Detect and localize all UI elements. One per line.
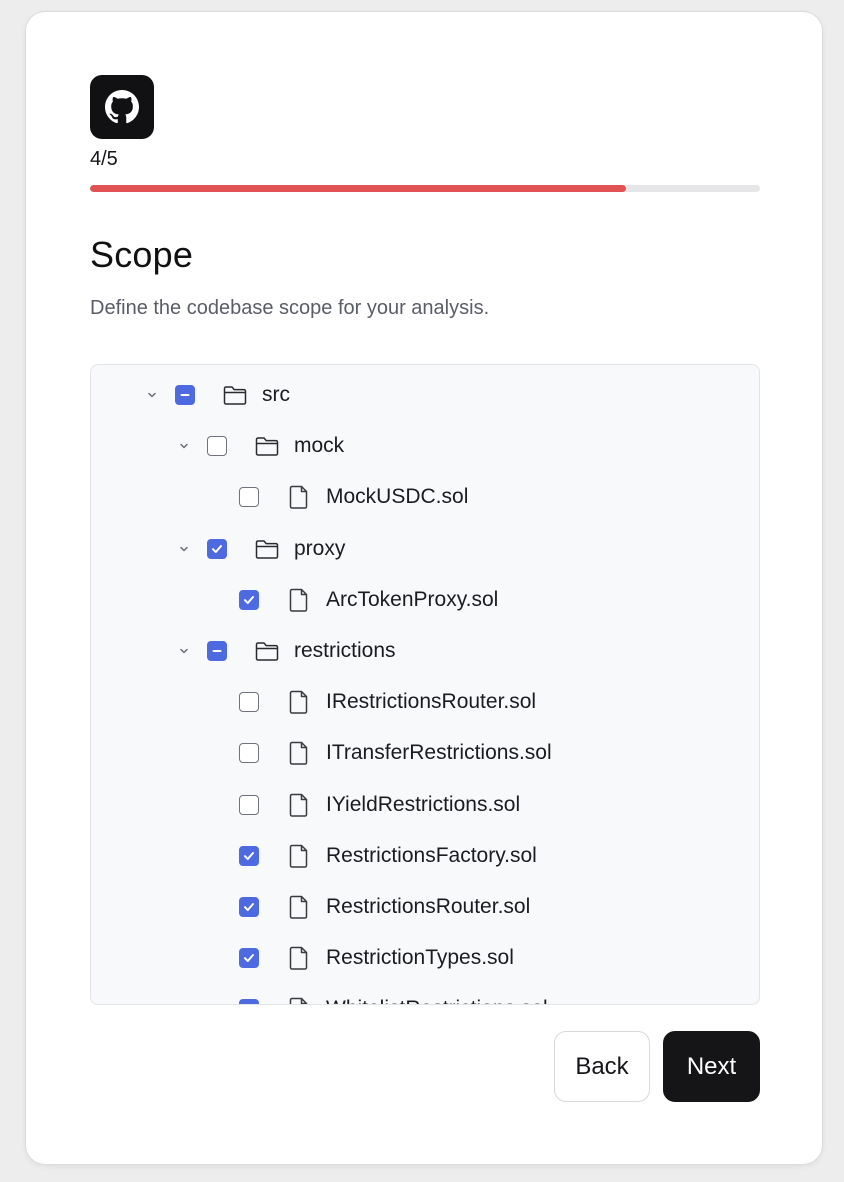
- tree-checkbox[interactable]: [239, 692, 259, 713]
- progress-bar-fill: [90, 185, 626, 192]
- file-icon: [286, 843, 312, 869]
- file-tree[interactable]: src mock MockUSDC.sol proxy ArcTokenProxy.so…: [90, 364, 760, 1005]
- tree-row[interactable]: src: [91, 370, 759, 421]
- tree-checkbox[interactable]: [207, 538, 227, 559]
- tree-checkbox[interactable]: [239, 589, 259, 610]
- file-icon: [286, 792, 312, 818]
- chevron-down-icon[interactable]: [178, 440, 190, 452]
- tree-row[interactable]: ArcTokenProxy.sol: [91, 575, 759, 626]
- tree-item-label: WhitelistRestrictions.sol: [326, 997, 548, 1004]
- tree-item-label: restrictions: [294, 639, 396, 662]
- file-icon: [286, 689, 312, 715]
- tree-checkbox[interactable]: [239, 999, 259, 1004]
- folder-icon: [254, 433, 280, 459]
- file-icon: [286, 587, 312, 613]
- tree-checkbox[interactable]: [239, 487, 259, 508]
- tree-row[interactable]: RestrictionsRouter.sol: [91, 882, 759, 933]
- tree-row[interactable]: IRestrictionsRouter.sol: [91, 677, 759, 728]
- tree-checkbox[interactable]: [239, 845, 259, 866]
- tree-checkbox[interactable]: [207, 436, 227, 457]
- folder-icon: [254, 638, 280, 664]
- file-icon: [286, 945, 312, 971]
- file-icon: [286, 740, 312, 766]
- github-icon: [90, 75, 154, 139]
- scope-card: 4/5 Scope Define the codebase scope for …: [25, 11, 823, 1165]
- tree-checkbox[interactable]: [239, 948, 259, 969]
- tree-row[interactable]: WhitelistRestrictions.sol: [91, 984, 759, 1004]
- page-title: Scope: [90, 234, 194, 275]
- tree-checkbox[interactable]: [239, 794, 259, 815]
- chevron-down-icon[interactable]: [146, 389, 158, 401]
- tree-item-label: src: [262, 383, 290, 406]
- tree-row[interactable]: RestrictionsFactory.sol: [91, 831, 759, 882]
- tree-item-label: RestrictionsRouter.sol: [326, 895, 531, 918]
- tree-item-label: mock: [294, 434, 345, 458]
- tree-item-label: ArcTokenProxy.sol: [326, 587, 499, 611]
- tree-item-label: MockUSDC.sol: [326, 485, 469, 509]
- step-counter: 4/5: [90, 148, 118, 170]
- tree-row[interactable]: proxy: [91, 524, 759, 575]
- tree-checkbox[interactable]: [239, 743, 259, 764]
- tree-item-label: proxy: [294, 536, 346, 560]
- tree-item-label: ITransferRestrictions.sol: [326, 741, 552, 765]
- file-icon: [286, 894, 312, 920]
- folder-icon: [254, 536, 280, 562]
- tree-row[interactable]: restrictions: [91, 626, 759, 677]
- tree-item-label: RestrictionTypes.sol: [326, 946, 514, 970]
- tree-row[interactable]: RestrictionTypes.sol: [91, 933, 759, 984]
- file-icon: [286, 996, 312, 1004]
- tree-checkbox[interactable]: [175, 385, 195, 405]
- chevron-down-icon[interactable]: [178, 543, 190, 555]
- tree-row[interactable]: MockUSDC.sol: [91, 472, 759, 523]
- tree-row[interactable]: mock: [91, 421, 759, 472]
- tree-checkbox[interactable]: [207, 641, 227, 661]
- next-button[interactable]: Next: [663, 1031, 760, 1102]
- tree-checkbox[interactable]: [239, 897, 259, 917]
- page-subtitle: Define the codebase scope for your analy…: [90, 297, 490, 319]
- tree-item-label: IRestrictionsRouter.sol: [326, 690, 537, 714]
- folder-icon: [222, 382, 248, 408]
- back-button[interactable]: Back: [554, 1031, 650, 1102]
- tree-item-label: IYieldRestrictions.sol: [326, 792, 521, 816]
- tree-row[interactable]: ITransferRestrictions.sol: [91, 728, 759, 779]
- progress-bar: [90, 185, 760, 192]
- file-icon: [286, 484, 312, 510]
- tree-row[interactable]: IYieldRestrictions.sol: [91, 780, 759, 831]
- tree-item-label: RestrictionsFactory.sol: [326, 843, 537, 867]
- chevron-down-icon[interactable]: [178, 645, 190, 657]
